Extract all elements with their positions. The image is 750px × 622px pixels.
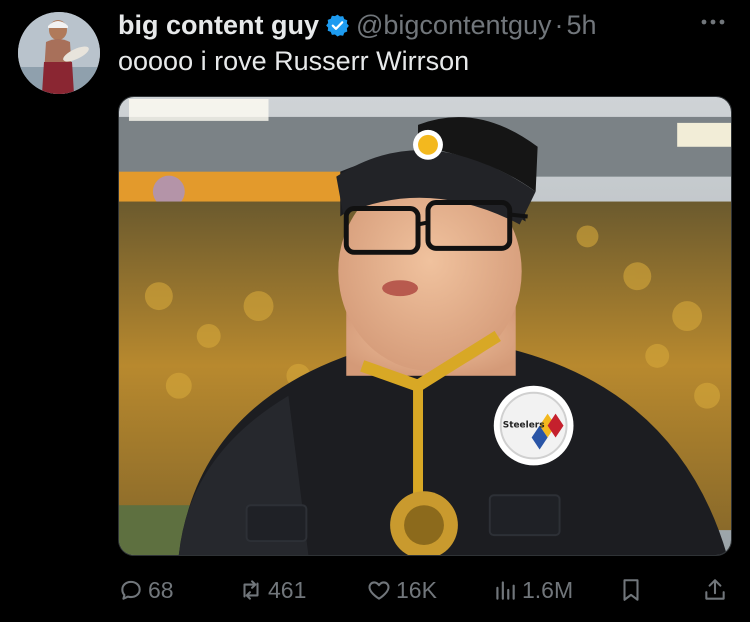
reply-count: 68	[148, 576, 174, 603]
reply-icon	[121, 580, 141, 600]
like-button[interactable]: 16K	[366, 572, 437, 608]
steelers-patch-text: Steelers	[503, 421, 545, 431]
display-name[interactable]: big content guy	[118, 10, 319, 41]
retweet-button[interactable]: 461	[238, 572, 306, 608]
separator-dot: ·	[554, 9, 564, 40]
tweet-header: big content guy @bigcontentguy · 5h	[118, 8, 597, 42]
more-options-icon[interactable]	[698, 12, 728, 32]
like-icon	[368, 581, 390, 600]
reply-button[interactable]: 68	[118, 572, 174, 608]
views-count: 1.6M	[522, 576, 574, 603]
tweet-card[interactable]: big content guy @bigcontentguy · 5h oooo…	[0, 0, 750, 622]
action-bar: 68 461 16K 1.6M	[118, 572, 732, 608]
post-time[interactable]: 5h	[567, 10, 597, 41]
bookmark-icon	[623, 579, 639, 601]
author-handle[interactable]: @bigcontentguy	[356, 10, 552, 41]
tweet-media-image[interactable]: Steelers	[118, 96, 732, 556]
share-button[interactable]	[702, 572, 732, 608]
views-button[interactable]: 1.6M	[492, 572, 573, 608]
bookmark-button[interactable]	[618, 572, 648, 608]
like-count: 16K	[396, 576, 437, 603]
retweet-icon	[243, 580, 259, 600]
avatar[interactable]	[18, 12, 100, 94]
views-icon	[496, 581, 515, 600]
tweet-text: ooooo i rove Russerr Wirrson	[118, 46, 470, 76]
verified-badge-icon[interactable]	[325, 13, 350, 38]
share-icon	[705, 579, 725, 600]
retweet-count: 461	[268, 576, 307, 603]
